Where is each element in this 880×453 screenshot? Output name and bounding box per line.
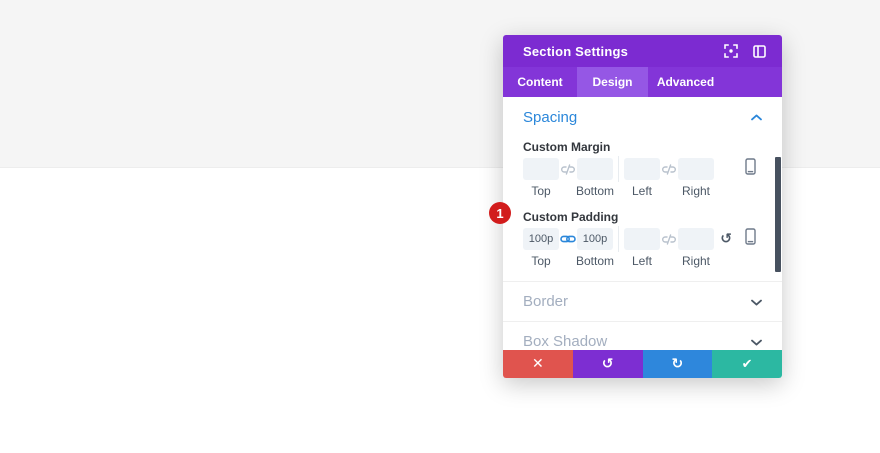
settings-body: Spacing Custom Margin Top Bottom Left Ri… xyxy=(503,97,782,378)
expand-icon[interactable] xyxy=(721,41,741,61)
chevron-down-icon xyxy=(751,293,762,311)
check-icon: ✔ xyxy=(741,356,753,372)
footer-actions: ✕ ↺ ↻ ✔ xyxy=(503,350,782,378)
custom-margin-label: Custom Margin xyxy=(523,140,611,154)
save-button[interactable]: ✔ xyxy=(712,350,782,378)
undo-icon: ↺ xyxy=(601,356,614,372)
padding-left-label: Left xyxy=(631,254,652,268)
reset-icon[interactable]: ↺ xyxy=(720,232,732,246)
discard-button[interactable]: ✕ xyxy=(503,350,573,378)
undo-button[interactable]: ↺ xyxy=(572,350,643,378)
margin-bottom-label: Bottom xyxy=(576,184,615,198)
builder-page: Section Settings Content Design Advanced… xyxy=(0,0,880,453)
custom-margin-group: Custom Margin Top Bottom Left Right xyxy=(503,137,782,198)
modal-title: Section Settings xyxy=(523,43,629,59)
unlink-icon[interactable] xyxy=(559,163,577,175)
padding-sublabels: Top Bottom Left Right xyxy=(523,250,756,268)
mobile-responsive-icon[interactable] xyxy=(745,158,756,180)
spacing-section-toggle[interactable]: Spacing xyxy=(503,97,782,137)
padding-bottom-input[interactable] xyxy=(577,228,613,250)
tab-advanced[interactable]: Advanced xyxy=(648,67,723,97)
redo-icon: ↻ xyxy=(671,356,684,372)
padding-top-input[interactable] xyxy=(523,228,559,250)
tab-content[interactable]: Content xyxy=(503,67,577,97)
chevron-up-icon xyxy=(751,108,762,126)
custom-padding-fields: ↺ xyxy=(523,226,756,252)
margin-right-input[interactable] xyxy=(678,158,714,180)
border-section-toggle[interactable]: Border xyxy=(503,281,782,321)
margin-left-input[interactable] xyxy=(624,158,660,180)
margin-top-input[interactable] xyxy=(523,158,559,180)
border-title: Border xyxy=(523,293,569,310)
redo-button[interactable]: ↻ xyxy=(642,350,713,378)
margin-row-icons xyxy=(745,158,756,180)
padding-top-label: Top xyxy=(531,254,551,268)
tab-design[interactable]: Design xyxy=(577,67,648,97)
annotation-badge: 1 xyxy=(489,202,511,224)
margin-right-label: Right xyxy=(681,184,710,198)
custom-padding-label: Custom Padding xyxy=(523,210,619,224)
margin-bottom-input[interactable] xyxy=(577,158,613,180)
close-icon: ✕ xyxy=(532,356,544,372)
unlink-icon[interactable] xyxy=(660,163,678,175)
fields-divider xyxy=(618,226,619,252)
padding-right-input[interactable] xyxy=(678,228,714,250)
margin-left-label: Left xyxy=(631,184,652,198)
box-shadow-title: Box Shadow xyxy=(523,333,608,350)
modal-titlebar[interactable]: Section Settings xyxy=(503,35,782,67)
padding-bottom-label: Bottom xyxy=(576,254,615,268)
padding-left-input[interactable] xyxy=(624,228,660,250)
link-icon[interactable] xyxy=(559,234,577,244)
custom-margin-fields xyxy=(523,156,756,182)
unlink-icon[interactable] xyxy=(660,233,678,245)
sidebar-toggle-icon[interactable] xyxy=(749,41,769,61)
margin-sublabels: Top Bottom Left Right xyxy=(523,180,756,198)
mobile-responsive-icon[interactable] xyxy=(745,228,756,250)
padding-row-icons: ↺ xyxy=(720,228,756,250)
section-settings-modal: Section Settings Content Design Advanced… xyxy=(503,35,782,378)
spacing-title: Spacing xyxy=(523,108,578,126)
chevron-down-icon xyxy=(751,333,762,351)
scrollbar-thumb[interactable] xyxy=(775,157,781,272)
margin-top-label: Top xyxy=(531,184,551,198)
padding-right-label: Right xyxy=(681,254,710,268)
custom-padding-group: Custom Padding ↺ xyxy=(503,207,782,268)
fields-divider xyxy=(618,156,619,182)
settings-tabs: Content Design Advanced xyxy=(503,67,782,97)
